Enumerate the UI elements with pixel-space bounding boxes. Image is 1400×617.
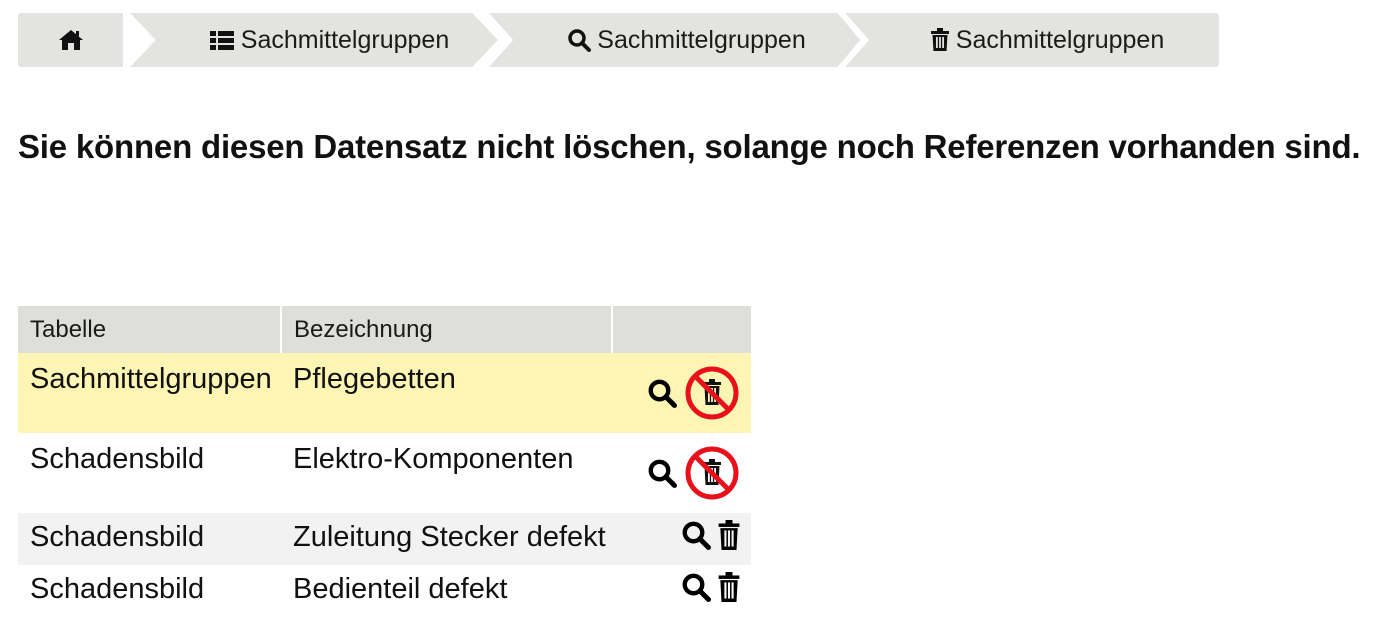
search-icon xyxy=(567,28,592,52)
table-row: Schadensbild Zuleitung Stecker defekt xyxy=(18,513,751,565)
breadcrumb-label: Sachmittelgruppen xyxy=(240,25,450,54)
view-button[interactable] xyxy=(647,458,677,488)
trash-icon xyxy=(930,28,950,52)
cell-bezeichnung: Bedienteil defekt xyxy=(293,573,508,605)
delete-blocked-button[interactable] xyxy=(683,364,741,422)
breadcrumb-label: Sachmittelgruppen xyxy=(955,25,1165,54)
trash-blocked-icon xyxy=(683,446,741,509)
column-header-actions xyxy=(612,306,751,353)
cell-bezeichnung: Elektro-Komponenten xyxy=(293,443,574,475)
breadcrumb-home[interactable] xyxy=(18,13,123,67)
error-message: Sie können diesen Datensatz nicht lösche… xyxy=(18,128,1361,165)
cell-actions xyxy=(612,433,751,513)
breadcrumb-list[interactable]: Sachmittelgruppen xyxy=(130,13,498,67)
references-table: Tabelle Bezeichnung Sachmittelgruppen Pf… xyxy=(18,306,751,617)
cell-bezeichnung: Pflegebetten xyxy=(281,353,612,433)
cell-actions xyxy=(612,565,751,617)
breadcrumb: Sachmittelgruppen Sachmittelgruppen Sach… xyxy=(18,13,1219,67)
table-row: Schadensbild Elektro-Komponenten xyxy=(18,433,751,513)
cell-tabelle: Schadensbild xyxy=(30,573,205,605)
delete-button[interactable] xyxy=(717,520,741,550)
view-button[interactable] xyxy=(647,378,677,408)
view-button[interactable] xyxy=(681,572,711,602)
cell-bezeichnung: Zuleitung Stecker defekt xyxy=(281,513,612,565)
list-icon xyxy=(209,29,235,51)
trash-icon xyxy=(717,520,741,557)
trash-blocked-icon xyxy=(683,366,741,429)
breadcrumb-delete[interactable]: Sachmittelgruppen xyxy=(845,13,1219,67)
table-row: Sachmittelgruppen Pflegebetten xyxy=(18,353,751,433)
home-icon xyxy=(58,29,84,51)
trash-icon xyxy=(717,572,741,609)
cell-actions xyxy=(612,353,751,433)
view-button[interactable] xyxy=(681,520,711,550)
search-icon xyxy=(647,459,677,495)
search-icon xyxy=(681,521,711,557)
breadcrumb-view[interactable]: Sachmittelgruppen xyxy=(489,13,860,67)
table-header-row: Tabelle Bezeichnung xyxy=(18,306,751,353)
breadcrumb-label: Sachmittelgruppen xyxy=(597,25,806,54)
search-icon xyxy=(681,573,711,609)
delete-button[interactable] xyxy=(717,572,741,602)
cell-tabelle: Schadensbild xyxy=(18,513,281,565)
search-icon xyxy=(647,379,677,415)
cell-tabelle: Sachmittelgruppen xyxy=(18,353,281,433)
column-header-bezeichnung: Bezeichnung xyxy=(281,306,613,353)
cell-actions xyxy=(612,513,751,565)
delete-blocked-button[interactable] xyxy=(683,444,741,502)
cell-tabelle: Schadensbild xyxy=(30,443,205,475)
table-row: Schadensbild Bedienteil defekt xyxy=(18,565,751,617)
column-header-tabelle: Tabelle xyxy=(18,306,282,353)
